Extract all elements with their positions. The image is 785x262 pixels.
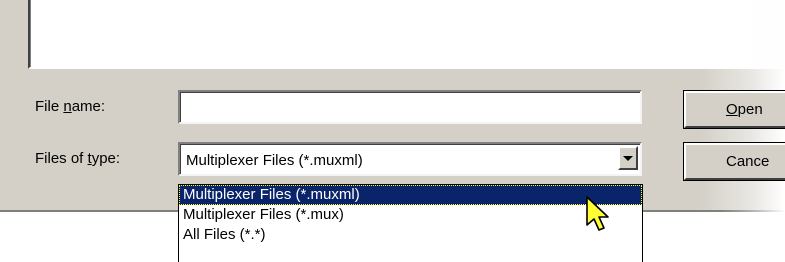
file-type-select[interactable]: Multiplexer Files (*.muxml)	[178, 142, 642, 176]
cancel-button[interactable]: Cance	[684, 143, 785, 180]
mouse-pointer-icon	[586, 196, 609, 231]
open-button[interactable]: Open	[684, 91, 785, 128]
file-open-dialog: File name: Files of type: Multiplexer Fi…	[0, 0, 785, 212]
file-type-option[interactable]: Multiplexer Files (*.mux)	[179, 205, 642, 225]
file-type-option[interactable]: Multiplexer Files (*.muxml)	[179, 185, 642, 205]
file-type-option[interactable]: All Files (*.*)	[179, 225, 642, 245]
file-list-view[interactable]	[28, 0, 785, 69]
file-name-label: File name:	[35, 98, 106, 115]
file-name-input[interactable]	[178, 90, 642, 124]
file-type-selected-value: Multiplexer Files (*.muxml)	[186, 152, 363, 169]
file-type-label: Files of type:	[35, 150, 121, 167]
chevron-down-icon	[623, 155, 633, 161]
screenshot-stage: File name: Files of type: Multiplexer Fi…	[0, 0, 785, 262]
file-type-dropdown-button[interactable]	[618, 146, 638, 170]
file-type-dropdown-list: Multiplexer Files (*.muxml) Multiplexer …	[178, 184, 643, 262]
